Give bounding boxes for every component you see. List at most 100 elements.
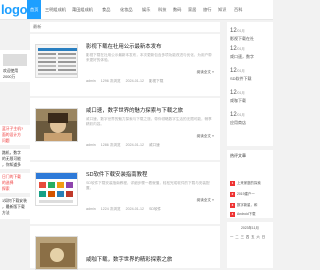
- weekday: 三: [240, 235, 244, 239]
- view-count: 1296 次浏览: [100, 79, 121, 83]
- date-day: 12/01月: [230, 46, 245, 52]
- post-meta: admin 1224 次浏览 2024-01-12 SD软件: [86, 207, 216, 212]
- weekday: 五: [251, 235, 255, 239]
- post-thumbnail[interactable]: [35, 236, 78, 270]
- nav-item-8[interactable]: 家居: [188, 0, 196, 19]
- post-card: 影视下载在社用公示最新本发布 影视下载在社用公示最新本发布，本次更新包含多项功能…: [30, 34, 220, 96]
- date-day: 12/01月: [230, 90, 245, 96]
- post-date: 2024-01-12: [125, 207, 144, 211]
- post-thumbnail[interactable]: [35, 172, 78, 206]
- post-thumbnail[interactable]: [35, 44, 78, 78]
- left-link-box-4[interactable]: 1如何下载安装 ，最新版下载 方法: [0, 197, 30, 219]
- dated-post-title: 应用商店: [230, 120, 246, 125]
- dated-post-item[interactable]: 12/01月 咸咖下载: [230, 90, 273, 104]
- day-number: 12: [230, 68, 237, 74]
- calendar-widget: 2023年11月 一 二 三 四 五 六 日: [227, 222, 273, 268]
- author-name[interactable]: admin: [86, 207, 96, 211]
- weekday: 二: [235, 235, 239, 239]
- date-day: 12/01月: [230, 112, 245, 118]
- month-label: /01月: [236, 91, 245, 95]
- post-card: 咸咖下载，数字世界的精彩探索之旅: [30, 226, 220, 270]
- dated-post-item[interactable]: 12/01月 咸口速，数字: [230, 46, 273, 60]
- left-link-box-2[interactable]: 路机，数字 的无限可能 ，你知道多: [0, 149, 30, 169]
- post-summary: SD软件下载安装指南教程，详细步骤一看就懂，轻松完成软件的下载与安装配置。: [86, 181, 210, 191]
- right-sidebar: 12/01月 影视下载在社 12/01月 咸口速，数字 12/01月 SD软件下…: [227, 22, 273, 268]
- post-summary: 影视下载在社用公示最新本发布，本次更新包含多项功能改进与优化，为用户带来更好的体…: [86, 53, 212, 63]
- dated-post-title: SD软件下载: [230, 76, 252, 81]
- dated-post-item[interactable]: 12/01月 应用商店: [230, 112, 273, 126]
- day-number: 12: [230, 112, 237, 118]
- dated-post-title: 影视下载在社: [230, 36, 254, 41]
- day-number: 12: [230, 28, 237, 34]
- hot-post-item[interactable]: 1 上来家庭的探索: [230, 180, 273, 187]
- left-sidebar: 欢迎使用 2000万 蓝牙子主机? 面的设计方 问题 路机，数字 的无限可能 ，…: [0, 22, 30, 268]
- latest-posts-widget: 12/01月 影视下载在社 12/01月 咸口速，数字 12/01月 SD软件下…: [227, 22, 273, 146]
- hot-post-title: Android下载: [237, 212, 256, 216]
- view-count: 1224 次浏览: [100, 207, 121, 211]
- rank-badge: 4: [230, 212, 235, 217]
- read-more-link[interactable]: 阅读全文 »: [197, 198, 214, 203]
- dated-post-item[interactable]: 12/01月 影视下载在社: [230, 28, 273, 42]
- left-link-line: 探索: [2, 187, 10, 191]
- month-label: /01月: [236, 47, 245, 51]
- nav-item-6[interactable]: 科技: [158, 0, 166, 19]
- read-more-link[interactable]: 阅读全文 »: [197, 134, 214, 139]
- nav-item-7[interactable]: 数码: [173, 0, 181, 19]
- post-summary: 咸口速，数字世界的魅力探索与下载之旅，带你领略数字生活的无限可能，畅享精彩内容。: [86, 117, 212, 127]
- hot-post-item[interactable]: 2 2019建户一: [230, 191, 273, 198]
- post-tag[interactable]: 咸口速: [149, 143, 160, 147]
- top-nav: logo 首页 三明组成机 莆田组成机 食品 化妆品 娱乐 科技 数码 家居 旅…: [0, 0, 273, 20]
- post-title[interactable]: 影视下载在社用公示最新本发布: [86, 43, 216, 51]
- nav-item-11[interactable]: 百科: [234, 0, 242, 19]
- avatar: [3, 54, 27, 66]
- post-thumbnail[interactable]: [35, 108, 78, 142]
- hot-post-item[interactable]: 3 数字新星，和: [230, 202, 273, 209]
- nav-item-3[interactable]: 食品: [102, 0, 110, 19]
- read-more-link[interactable]: 阅读全文 »: [197, 70, 214, 75]
- date-day: 12/01月: [230, 28, 245, 34]
- author-name[interactable]: admin: [86, 143, 96, 147]
- left-link-line: 方法: [2, 211, 10, 215]
- hot-posts-title: 热评文章: [230, 153, 246, 158]
- post-tag[interactable]: 影视下载: [149, 79, 163, 83]
- calendar-title: 2023年11月: [241, 226, 259, 230]
- post-meta: admin 1296 次浏览 2024-01-12 影视下载: [86, 79, 216, 84]
- hot-post-item[interactable]: 4 Android下载: [230, 211, 273, 218]
- month-label: /01月: [236, 29, 245, 33]
- hot-post-title: 数字新星，和: [237, 203, 258, 207]
- view-count: 1286 次浏览: [100, 143, 121, 147]
- post-tag[interactable]: SD软件: [149, 207, 161, 211]
- weekday: 四: [245, 235, 250, 239]
- rank-badge: 2: [230, 192, 235, 197]
- post-title[interactable]: 咸咖下载，数字世界的精彩探索之旅: [86, 256, 216, 264]
- month-label: /01月: [236, 69, 245, 73]
- section-heading: 最新: [30, 22, 220, 32]
- month-label: /01月: [236, 113, 245, 117]
- calendar-weekday-row: 一 二 三 四 五 六 日: [230, 234, 265, 239]
- left-link-line: 问题: [2, 139, 10, 143]
- site-logo[interactable]: logo: [1, 0, 28, 19]
- author-name[interactable]: admin: [86, 79, 96, 83]
- day-number: 12: [230, 46, 237, 52]
- nav-item-10[interactable]: 知识: [218, 0, 226, 19]
- nav-item-4[interactable]: 化妆品: [120, 0, 133, 19]
- hot-post-title: 上来家庭的探索: [237, 181, 261, 185]
- rank-badge: 3: [230, 203, 235, 208]
- hot-posts-widget: 热评文章 1 上来家庭的探索 2 2019建户一 3 数字新星，和 4 Android下…: [227, 150, 273, 218]
- post-meta: admin 1286 次浏览 2024-01-12 咸口速: [86, 143, 216, 148]
- post-title[interactable]: SD软件下载安装指南教程: [86, 171, 216, 179]
- post-date: 2024-01-12: [125, 79, 144, 83]
- left-text-a1: 2000万: [3, 75, 16, 79]
- nav-item-5[interactable]: 娱乐: [142, 0, 150, 19]
- left-link-box-1[interactable]: 蓝牙子主机? 面的设计方 问题: [0, 125, 30, 145]
- post-title[interactable]: 咸口速，数字世界的魅力探索与下载之旅: [86, 107, 216, 115]
- nav-item-1[interactable]: 三明组成机: [45, 0, 66, 19]
- dated-post-title: 咸咖下载: [230, 98, 246, 103]
- nav-item-9[interactable]: 旅行: [203, 0, 211, 19]
- left-profile-box: 欢迎使用 2000万: [0, 50, 30, 82]
- left-link-box-3[interactable]: 日门的下载 的选择 探索: [0, 173, 30, 193]
- nav-item-home[interactable]: 首页: [27, 0, 42, 19]
- weekday: 六: [256, 235, 260, 239]
- dated-post-item[interactable]: 12/01月 SD软件下载: [230, 68, 273, 82]
- nav-item-2[interactable]: 莆田组成机: [72, 0, 93, 19]
